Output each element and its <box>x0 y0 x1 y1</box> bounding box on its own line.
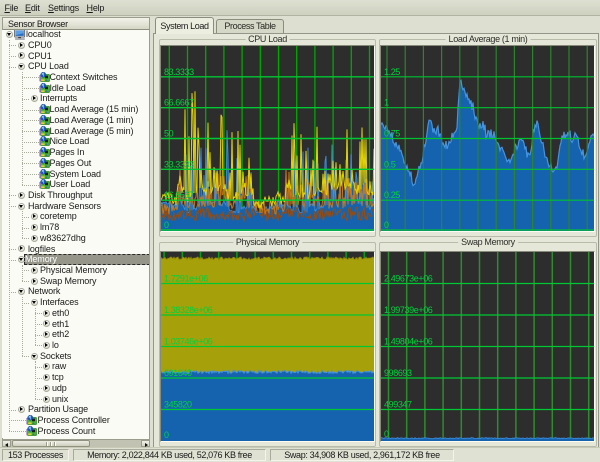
svg-text:691640: 691640 <box>164 368 192 378</box>
svg-text:499347: 499347 <box>384 400 412 410</box>
svg-text:0.25: 0.25 <box>384 190 400 200</box>
svg-text:66.6667: 66.6667 <box>164 98 194 108</box>
svg-text:1: 1 <box>384 98 389 108</box>
svg-text:1.99739e+06: 1.99739e+06 <box>384 305 433 315</box>
svg-text:2.49673e+06: 2.49673e+06 <box>384 274 433 284</box>
svg-text:0.75: 0.75 <box>384 129 400 139</box>
svg-text:1.25: 1.25 <box>384 67 400 77</box>
svg-text:1.49804e+06: 1.49804e+06 <box>384 337 433 347</box>
svg-text:1.38328e+06: 1.38328e+06 <box>164 305 213 315</box>
svg-text:998693: 998693 <box>384 368 412 378</box>
svg-text:50: 50 <box>164 129 174 139</box>
svg-text:0: 0 <box>164 430 169 440</box>
svg-text:0: 0 <box>384 220 389 230</box>
svg-text:83.3333: 83.3333 <box>164 67 194 77</box>
svg-text:0: 0 <box>164 220 169 230</box>
svg-text:345820: 345820 <box>164 400 192 410</box>
svg-text:1.03746e+06: 1.03746e+06 <box>164 337 213 347</box>
svg-text:33.3333: 33.3333 <box>164 159 194 169</box>
svg-text:0: 0 <box>384 429 389 439</box>
svg-text:16.6667: 16.6667 <box>164 190 194 200</box>
svg-text:1.7291e+06: 1.7291e+06 <box>164 274 208 284</box>
svg-text:0.5: 0.5 <box>384 159 396 169</box>
